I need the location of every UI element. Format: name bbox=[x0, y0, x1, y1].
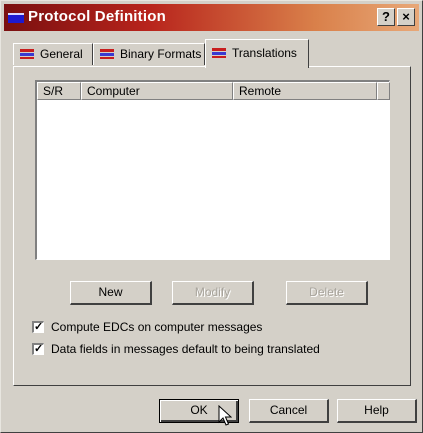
tab-binary-formats[interactable]: Binary Formats bbox=[93, 43, 205, 65]
column-header-sr[interactable]: S/R bbox=[37, 82, 81, 100]
close-button[interactable]: × bbox=[397, 8, 415, 26]
protocol-icon bbox=[100, 49, 114, 59]
column-header-filler bbox=[377, 82, 390, 100]
default-translated-label: Data fields in messages default to being… bbox=[51, 342, 320, 356]
tab-general[interactable]: General bbox=[13, 43, 93, 65]
tab-general-label: General bbox=[40, 47, 83, 61]
compute-edcs-label: Compute EDCs on computer messages bbox=[51, 320, 263, 334]
help-title-button[interactable]: ? bbox=[377, 8, 395, 26]
cancel-button[interactable]: Cancel bbox=[249, 399, 329, 423]
help-button[interactable]: Help bbox=[337, 399, 417, 423]
tab-binary-formats-label: Binary Formats bbox=[120, 47, 202, 61]
translations-list[interactable]: S/R Computer Remote bbox=[35, 80, 390, 260]
window-title: Protocol Definition bbox=[28, 8, 166, 25]
app-icon bbox=[8, 13, 24, 23]
checkmark-icon: ✓ bbox=[32, 321, 44, 333]
tab-translations-label: Translations bbox=[232, 46, 297, 60]
mouse-pointer-icon bbox=[218, 405, 232, 426]
protocol-icon bbox=[20, 49, 34, 59]
modify-button[interactable]: Modify bbox=[172, 281, 254, 305]
title-bar[interactable]: Protocol Definition ? × bbox=[4, 4, 419, 31]
tab-translations[interactable]: Translations bbox=[205, 39, 309, 68]
checkmark-icon: ✓ bbox=[32, 343, 44, 355]
delete-button[interactable]: Delete bbox=[286, 281, 368, 305]
translations-panel: S/R Computer Remote New Modify Delete ✓ … bbox=[13, 66, 411, 386]
column-header-computer[interactable]: Computer bbox=[81, 82, 233, 100]
column-header-remote[interactable]: Remote bbox=[233, 82, 377, 100]
protocol-definition-dialog: Protocol Definition ? × General Binary F… bbox=[0, 0, 423, 433]
protocol-icon bbox=[212, 48, 226, 58]
new-button[interactable]: New bbox=[70, 281, 152, 305]
